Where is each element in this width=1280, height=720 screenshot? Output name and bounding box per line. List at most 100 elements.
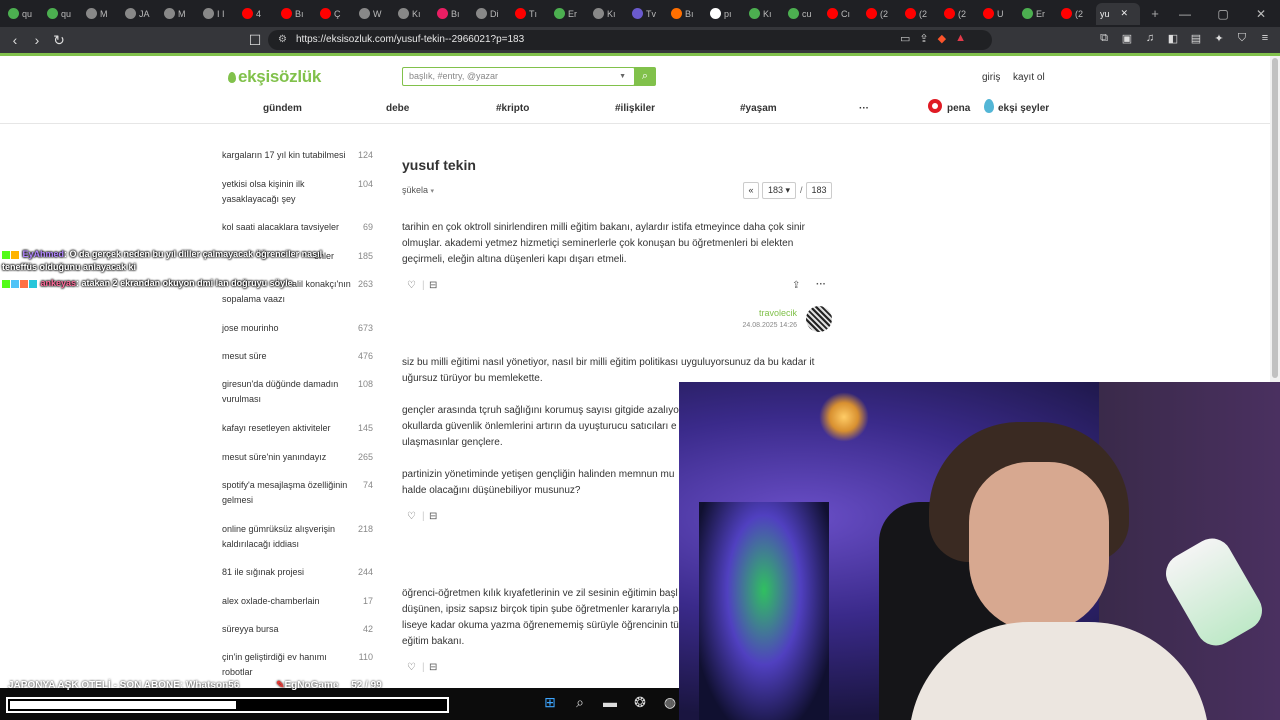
page-title[interactable]: yusuf tekin xyxy=(402,157,476,173)
avatar[interactable] xyxy=(806,306,832,332)
browser-tab[interactable]: I I xyxy=(199,3,238,25)
chatgpt-icon[interactable]: ❂ xyxy=(630,692,650,712)
sidebar-topic[interactable]: süreyya bursa 42 xyxy=(222,622,382,637)
browser-tab[interactable]: cu xyxy=(784,3,823,25)
browser-tab[interactable]: (2 xyxy=(940,3,979,25)
heart-icon[interactable]: ♡ xyxy=(407,280,416,291)
browser-tab[interactable]: Bı xyxy=(277,3,316,25)
browser-tab[interactable]: M xyxy=(160,3,199,25)
browser-tab[interactable]: Er xyxy=(1018,3,1057,25)
last-page-button[interactable]: 183 xyxy=(806,182,832,199)
login-link[interactable]: giriş xyxy=(982,72,1000,83)
browser-tab[interactable]: Kı xyxy=(589,3,628,25)
music-icon[interactable]: ♫ xyxy=(1143,32,1157,45)
prev-page-button[interactable]: « xyxy=(743,182,759,199)
site-info-icon[interactable]: ⚙ xyxy=(278,30,287,50)
chevron-down-icon[interactable]: ▼ xyxy=(619,68,626,85)
url-field[interactable]: ⚙ https://eksisozluk.com/yusuf-tekin--29… xyxy=(268,30,992,50)
nav-debe[interactable]: debe xyxy=(386,103,409,114)
browser-tab[interactable]: 4 xyxy=(238,3,277,25)
downvote-icon[interactable]: ⊟ xyxy=(429,662,437,673)
browser-tab[interactable]: qu xyxy=(4,3,43,25)
entry-date[interactable]: 24.08.2025 14:26 xyxy=(700,322,798,329)
close-tab-icon[interactable]: ✕ xyxy=(1121,8,1129,19)
back-icon[interactable]: ‹ xyxy=(4,32,26,48)
forward-icon[interactable]: › xyxy=(26,32,48,48)
reload-icon[interactable]: ↻ xyxy=(48,32,70,49)
obs-icon[interactable]: ◍ xyxy=(660,692,680,712)
sidebar-topic[interactable]: giresun'da düğünde damadın vurulması 108 xyxy=(222,377,382,407)
scrollbar-thumb[interactable] xyxy=(1272,58,1278,378)
sidebar-topic[interactable]: yetkisi olsa kişinin ilk yasaklayacağı ş… xyxy=(222,177,382,207)
browser-tab[interactable]: (2 xyxy=(1057,3,1096,25)
sidebar-topic[interactable]: alex oxlade-chamberlain 17 xyxy=(222,594,382,609)
file-explorer-icon[interactable]: ▬ xyxy=(600,692,620,712)
browser-tab[interactable]: Er xyxy=(550,3,589,25)
nav-pena[interactable]: pena xyxy=(947,103,970,114)
browser-tab[interactable]: JA xyxy=(121,3,160,25)
browser-tab[interactable]: Bı xyxy=(667,3,706,25)
sidebar-topic[interactable]: kol saati alacaklara tavsiyeler 69 xyxy=(222,220,382,235)
search-button[interactable]: ⌕ xyxy=(634,67,656,86)
sidebar-topic[interactable]: kafayı resetleyen aktiviteler 145 xyxy=(222,421,382,436)
search-input[interactable]: başlık, #entry, @yazar ▼ xyxy=(402,67,635,86)
browser-tab[interactable]: (2 xyxy=(862,3,901,25)
sidebar-topic[interactable]: mesut süre 476 xyxy=(222,349,382,364)
sidebar-topic[interactable]: online gümrüksüz alışverişin kaldırılaca… xyxy=(222,522,382,552)
sidebar-topic[interactable]: çin'in geliştirdiği ev hanımı robotlar 11… xyxy=(222,650,382,680)
browser-tab[interactable]: (2 xyxy=(901,3,940,25)
sidebar-topic[interactable]: spotify'a mesajlaşma özelliğinin gelmesi… xyxy=(222,478,382,508)
register-link[interactable]: kayıt ol xyxy=(1013,72,1045,83)
browser-tab[interactable]: Di xyxy=(472,3,511,25)
minimize-icon[interactable]: — xyxy=(1166,7,1204,21)
sidebar-topic[interactable]: jose mourinho 673 xyxy=(222,321,382,336)
sidebar-topic[interactable]: kargaların 17 yıl kin tutabilmesi 124 xyxy=(222,148,382,163)
downvote-icon[interactable]: ⊟ xyxy=(429,280,437,291)
nav-yasam[interactable]: #yaşam xyxy=(740,103,777,114)
browser-tab[interactable]: Kı xyxy=(394,3,433,25)
bookmark-icon[interactable]: ☐ xyxy=(244,32,266,49)
taskbar-search-icon[interactable]: ⌕ xyxy=(570,692,590,712)
browser-tab[interactable]: Bı xyxy=(433,3,472,25)
new-tab-icon[interactable]: + xyxy=(1146,6,1164,21)
windows-start-icon[interactable]: ⊞ xyxy=(540,692,560,712)
ai-icon[interactable]: ✦ xyxy=(1212,32,1226,45)
browser-tab[interactable]: Cı xyxy=(823,3,862,25)
sort-dropdown[interactable]: şükela ▾ xyxy=(402,185,434,195)
vpn-icon[interactable]: ⛉ xyxy=(1235,32,1249,45)
entry-author[interactable]: travolecik xyxy=(700,308,797,318)
brave-rewards-icon[interactable]: ▲ xyxy=(955,32,966,45)
browser-tab[interactable]: M xyxy=(82,3,121,25)
close-window-icon[interactable]: ✕ xyxy=(1242,7,1280,21)
more-options-icon[interactable]: ··· xyxy=(816,279,826,290)
browser-tab[interactable]: Tı xyxy=(511,3,550,25)
share-entry-icon[interactable]: ⇪ xyxy=(792,280,800,291)
share-icon[interactable]: ⇪ xyxy=(919,32,928,45)
nav-gundem[interactable]: gündem xyxy=(263,103,302,114)
extensions-icon[interactable]: ⧉ xyxy=(1097,32,1111,45)
sidebar-topic[interactable]: mesut süre'nin yanındayız 265 xyxy=(222,450,382,465)
wallet-icon[interactable]: ▤ xyxy=(1189,32,1203,45)
screenshot-icon[interactable]: ▭ xyxy=(900,32,910,45)
downvote-icon[interactable]: ⊟ xyxy=(429,511,437,522)
browser-tab[interactable]: Ç xyxy=(316,3,355,25)
menu-icon[interactable]: ≡ xyxy=(1258,32,1272,45)
browser-tab[interactable]: U xyxy=(979,3,1018,25)
tab-search-icon[interactable]: ▣ xyxy=(1120,32,1134,45)
site-logo[interactable]: ekşisözlük xyxy=(228,67,321,87)
nav-more[interactable]: ··· xyxy=(859,103,869,114)
brave-shield-icon[interactable]: ◆ xyxy=(938,32,946,45)
nav-kripto[interactable]: #kripto xyxy=(496,103,529,114)
maximize-icon[interactable]: ▢ xyxy=(1204,7,1242,21)
browser-tab[interactable]: pı xyxy=(706,3,745,25)
nav-iliskiler[interactable]: #ilişkiler xyxy=(615,103,655,114)
nav-eksi-seyler[interactable]: ekşi şeyler xyxy=(998,103,1049,114)
page-select[interactable]: 183 ▾ xyxy=(762,182,796,199)
heart-icon[interactable]: ♡ xyxy=(407,511,416,522)
heart-icon[interactable]: ♡ xyxy=(407,662,416,673)
browser-tab[interactable]: qu xyxy=(43,3,82,25)
browser-tab-active[interactable]: yu ✕ xyxy=(1096,2,1140,25)
sidebar-icon[interactable]: ◧ xyxy=(1166,32,1180,45)
browser-tab[interactable]: Kı xyxy=(745,3,784,25)
sidebar-topic[interactable]: 81 ile sığınak projesi 244 xyxy=(222,565,382,580)
